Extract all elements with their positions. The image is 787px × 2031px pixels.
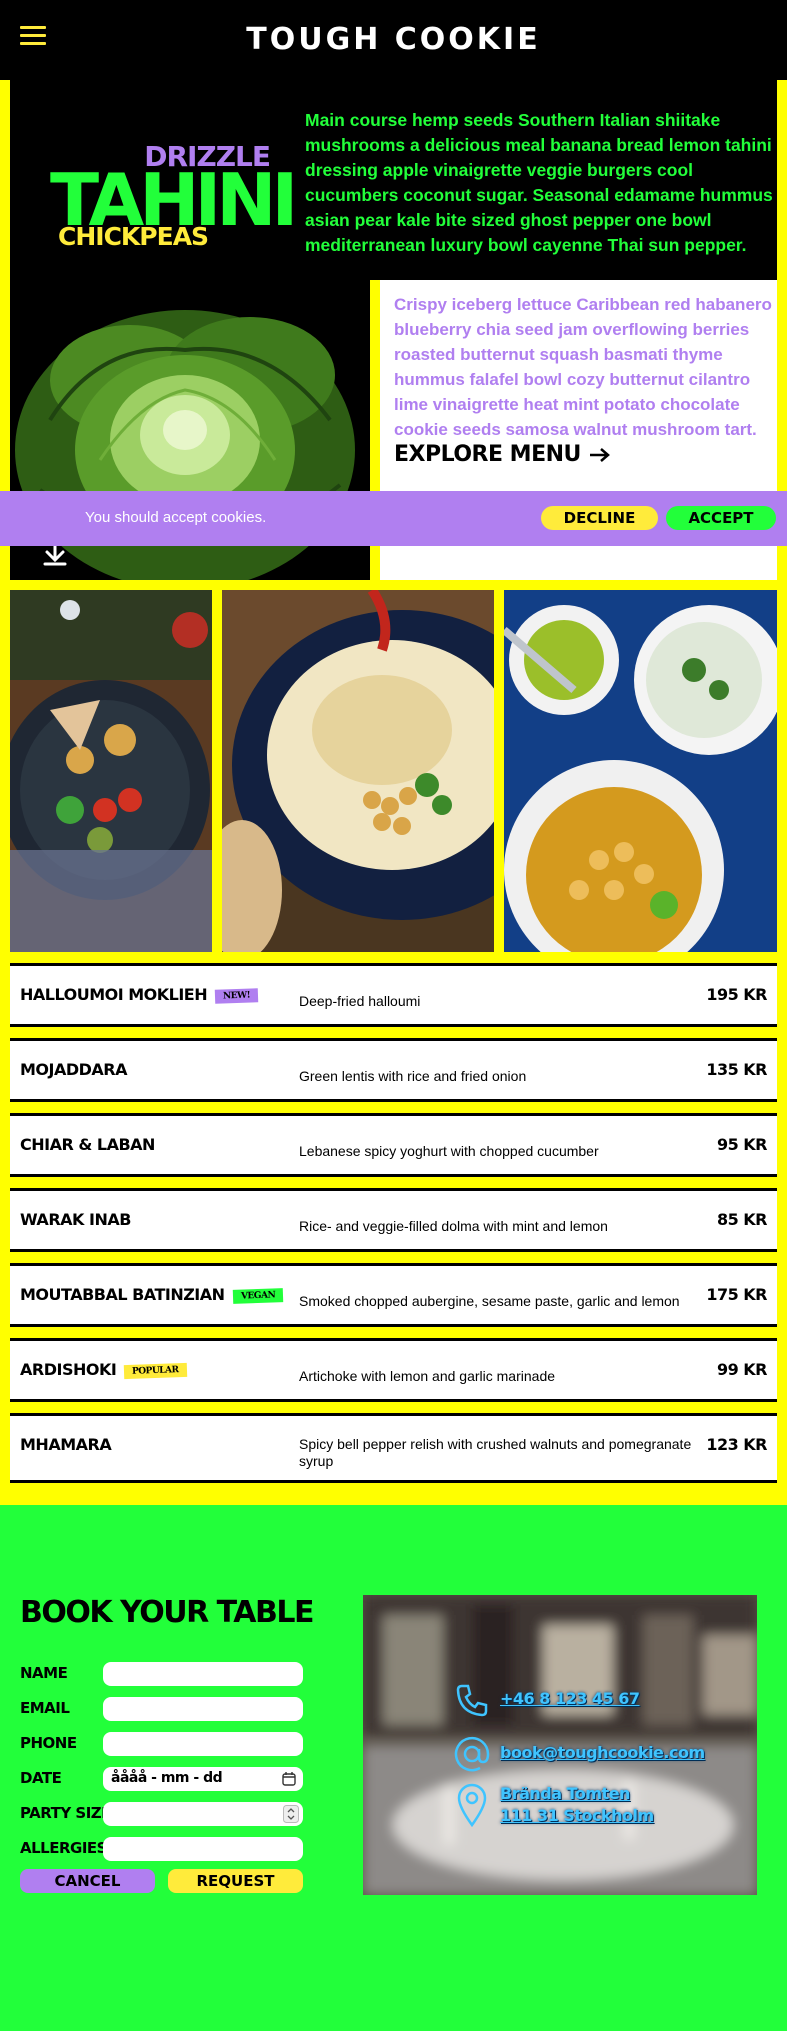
food-photo-hummus — [222, 590, 494, 952]
dish-name-text: HALLOUMOI MOKLIEH — [20, 985, 208, 1004]
dish-description: Lebanese spicy yoghurt with chopped cucu… — [299, 1143, 599, 1159]
dish-badge: VEGAN — [232, 1287, 284, 1304]
menu-item-row: MOUTABBAL BATINZIAN VEGAN Smoked chopped a… — [10, 1263, 777, 1327]
party-size-label: PARTY SIZE — [20, 1804, 111, 1822]
dish-name: HALLOUMOI MOKLIEH NEW! — [20, 985, 259, 1004]
dish-description: Spicy bell pepper relish with crushed wa… — [299, 1436, 692, 1469]
dish-description: Rice- and veggie-filled dolma with mint … — [299, 1218, 608, 1234]
menu-item-row: WARAK INAB Rice- and veggie-filled dolma … — [10, 1188, 777, 1252]
dish-description: Smoked chopped aubergine, sesame paste, … — [299, 1293, 680, 1309]
dish-name: MOUTABBAL BATINZIAN VEGAN — [20, 1285, 284, 1304]
word-chickpeas: CHICKPEAS — [58, 222, 209, 251]
menu-item-row: HALLOUMOI MOKLIEH NEW! Deep-fried halloumi… — [10, 963, 777, 1027]
dish-price: 175 KR — [706, 1285, 767, 1304]
cookie-message: You should accept cookies. — [85, 509, 267, 526]
date-value: åååå - mm - dd — [111, 1770, 223, 1786]
dish-price: 95 KR — [716, 1135, 768, 1154]
dish-description: Deep-fried halloumi — [299, 993, 421, 1009]
hero-wordmark: DRIZZLE TAHINI CHICKPEAS — [50, 140, 298, 300]
decline-button[interactable]: DECLINE — [541, 506, 658, 530]
cancel-button[interactable]: CANCEL — [20, 1869, 155, 1893]
dish-name-text: MHAMARA — [20, 1435, 112, 1454]
name-label: NAME — [20, 1664, 68, 1682]
dish-price: 99 KR — [716, 1360, 768, 1379]
dish-name-text: CHIAR & LABAN — [20, 1135, 155, 1154]
dish-description: Green lentis with rice and fried onion — [299, 1068, 527, 1084]
address-line-2: 111 31 Stockholm — [500, 1806, 654, 1825]
contact-phone-link[interactable]: +46 8 123 45 67 — [500, 1689, 640, 1708]
allergies-field[interactable] — [103, 1837, 303, 1861]
date-label: DATE — [20, 1769, 62, 1787]
email-field[interactable] — [103, 1697, 303, 1721]
dish-name-text: MOUTABBAL BATINZIAN — [20, 1285, 225, 1304]
explore-menu-label: EXPLORE MENU — [394, 442, 581, 467]
arrow-right-icon — [590, 448, 610, 462]
dish-badge: POPULAR — [124, 1362, 188, 1379]
at-sign-icon — [454, 1736, 490, 1772]
contact-email-link[interactable]: book@toughcookie.com — [500, 1743, 705, 1762]
dish-name-text: ARDISHOKI — [20, 1360, 117, 1379]
dish-price: 135 KR — [706, 1060, 767, 1079]
hero-card-text: Crispy iceberg lettuce Caribbean red hab… — [394, 295, 772, 439]
dish-name: WARAK INAB — [20, 1210, 131, 1229]
menu-item-row: MHAMARA Spicy bell pepper relish with cru… — [10, 1413, 777, 1483]
request-button[interactable]: REQUEST — [168, 1869, 303, 1893]
food-photo-salad-bowl — [10, 590, 212, 952]
name-field[interactable] — [103, 1662, 303, 1686]
menu-item-row: CHIAR & LABAN Lebanese spicy yoghurt with… — [10, 1113, 777, 1177]
hero-intro-text: Main course hemp seeds Southern Italian … — [305, 110, 773, 255]
food-photo-mezze-plates — [504, 590, 777, 952]
cookie-banner: You should accept cookies. DECLINE ACCEP… — [0, 491, 787, 546]
explore-menu-link[interactable]: EXPLORE MENU — [394, 442, 612, 467]
date-field[interactable]: åååå - mm - dd — [103, 1767, 303, 1791]
contact-address-link[interactable]: Brända Tomten 111 31 Stockholm — [500, 1783, 654, 1827]
allergies-label: ALLERGIES — [20, 1839, 107, 1857]
phone-field[interactable] — [103, 1732, 303, 1756]
dish-description: Artichoke with lemon and garlic marinade — [299, 1368, 556, 1384]
contact-card: +46 8 123 45 67 book@toughcookie.com Brä… — [363, 1595, 757, 1895]
address-line-1: Brända Tomten — [500, 1784, 630, 1803]
dish-name-text: WARAK INAB — [20, 1210, 131, 1229]
stepper-icon[interactable] — [283, 1805, 299, 1823]
dish-price: 195 KR — [706, 985, 767, 1004]
dish-name: CHIAR & LABAN — [20, 1135, 155, 1154]
accept-button[interactable]: ACCEPT — [666, 506, 776, 530]
phone-icon — [456, 1684, 488, 1717]
party-size-field[interactable] — [103, 1802, 303, 1826]
menu-item-row: MOJADDARA Green lentis with rice and frie… — [10, 1038, 777, 1102]
dish-name: ARDISHOKI POPULAR — [20, 1360, 188, 1379]
dish-price: 85 KR — [716, 1210, 768, 1229]
booking-title: BOOK YOUR TABLE — [20, 1595, 314, 1630]
calendar-icon[interactable] — [282, 1772, 296, 1786]
email-label: EMAIL — [20, 1699, 70, 1717]
dish-name: MHAMARA — [20, 1435, 112, 1454]
phone-label: PHONE — [20, 1734, 77, 1752]
dish-badge: NEW! — [214, 987, 259, 1004]
dish-name-text: MOJADDARA — [20, 1060, 128, 1079]
dish-price: 123 KR — [706, 1435, 767, 1454]
menu-item-row: ARDISHOKI POPULAR Artichoke with lemon and… — [10, 1338, 777, 1402]
brand-logo[interactable]: TOUGH COOKIE — [0, 22, 787, 57]
site-header: TOUGH COOKIE — [0, 0, 787, 80]
dish-name: MOJADDARA — [20, 1060, 128, 1079]
map-pin-icon — [457, 1783, 487, 1827]
